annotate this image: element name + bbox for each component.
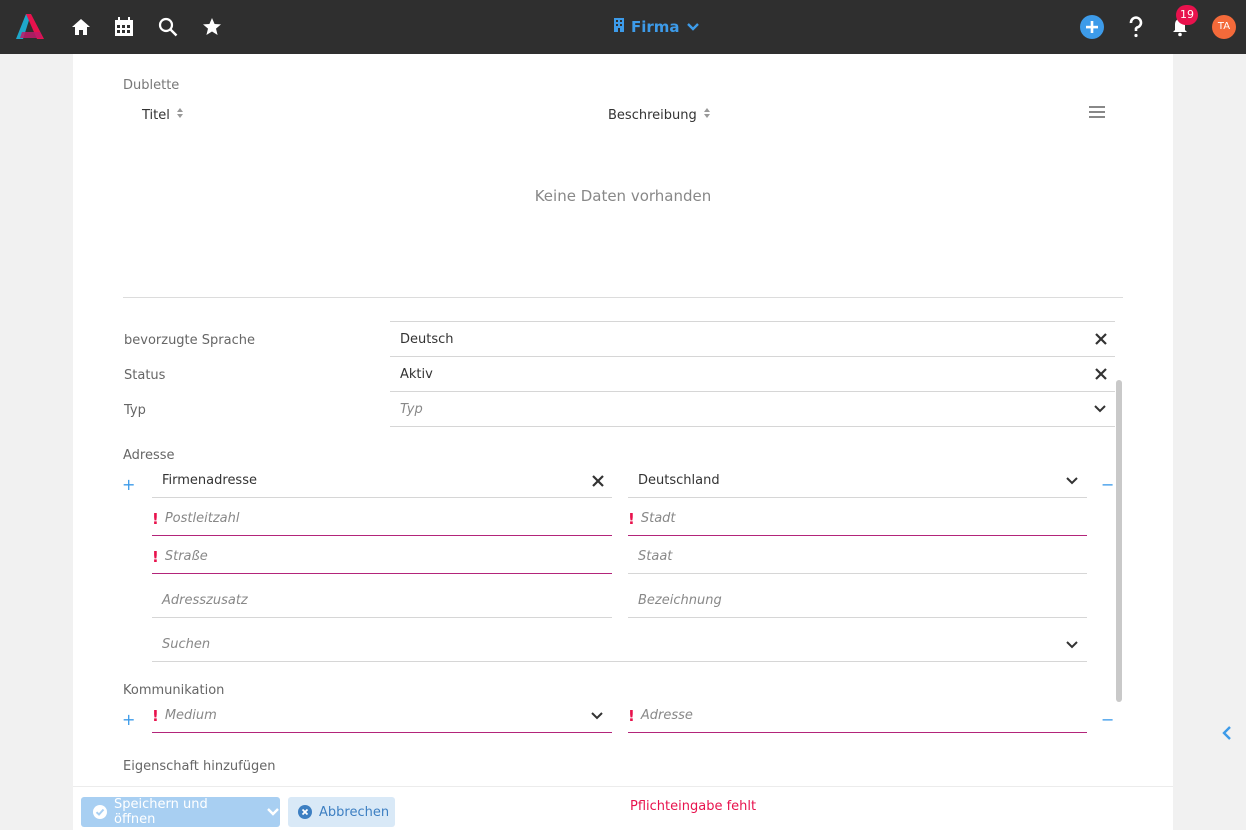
sprache-value: Deutsch bbox=[400, 331, 454, 347]
column-header-titel[interactable]: Titel bbox=[142, 107, 184, 123]
required-marker: ! bbox=[628, 509, 635, 528]
chevron-left-icon[interactable] bbox=[1222, 725, 1232, 745]
stadt-placeholder: Stadt bbox=[640, 511, 676, 526]
country-select[interactable]: Deutschland bbox=[628, 464, 1087, 498]
save-and-open-button[interactable]: Speichern und öffnen bbox=[81, 797, 280, 827]
required-marker: ! bbox=[628, 706, 635, 725]
country-value: Deutschland bbox=[638, 473, 720, 488]
cancel-circle-icon bbox=[298, 805, 312, 819]
form-footer: Speichern und öffnen Abbrechen Pflichtei… bbox=[73, 786, 1173, 830]
context-label: Firma bbox=[631, 18, 680, 36]
dublette-section-label: Dublette bbox=[123, 78, 180, 93]
help-icon[interactable] bbox=[1123, 14, 1149, 40]
kommunikation-adresse-input[interactable]: ! Adresse bbox=[628, 699, 1087, 733]
chevron-down-icon bbox=[686, 18, 700, 36]
bezeichnung-placeholder: Bezeichnung bbox=[638, 593, 722, 608]
chevron-down-icon[interactable] bbox=[1093, 404, 1107, 414]
medium-placeholder: Medium bbox=[164, 708, 217, 723]
chevron-down-icon[interactable] bbox=[590, 711, 604, 721]
check-circle-icon bbox=[93, 805, 107, 819]
star-icon[interactable] bbox=[199, 14, 225, 40]
typ-placeholder: Typ bbox=[400, 401, 423, 417]
home-icon[interactable] bbox=[68, 14, 94, 40]
strasse-input[interactable]: ! Straße bbox=[152, 540, 612, 574]
avatar[interactable]: TA bbox=[1212, 15, 1236, 39]
status-field[interactable]: Aktiv bbox=[390, 357, 1115, 392]
plus-circle-icon[interactable] bbox=[1079, 14, 1105, 40]
status-label: Status bbox=[124, 368, 166, 383]
typ-select[interactable]: Typ bbox=[390, 392, 1115, 427]
table-menu-icon[interactable] bbox=[1089, 105, 1105, 123]
postleitzahl-input[interactable]: ! Postleitzahl bbox=[152, 502, 612, 536]
add-address-button[interactable]: + bbox=[122, 475, 135, 494]
form-sheet: Dublette Titel Beschreibung Keine Daten … bbox=[73, 54, 1173, 786]
adresse-section-label: Adresse bbox=[123, 448, 175, 463]
clear-icon[interactable] bbox=[1095, 368, 1107, 380]
top-bar: Firma 19 TA bbox=[0, 0, 1246, 54]
sprache-field[interactable]: Deutsch bbox=[390, 321, 1115, 357]
adresszusatz-placeholder: Adresszusatz bbox=[162, 593, 248, 608]
suchen-placeholder: Suchen bbox=[162, 637, 211, 652]
kommunikation-adresse-placeholder: Adresse bbox=[640, 708, 693, 723]
postleitzahl-placeholder: Postleitzahl bbox=[164, 511, 240, 526]
building-icon bbox=[613, 17, 625, 37]
column-header-label: Beschreibung bbox=[608, 107, 697, 123]
eigenschaft-section-label[interactable]: Eigenschaft hinzufügen bbox=[123, 759, 275, 774]
remove-address-button[interactable]: − bbox=[1101, 475, 1114, 494]
empty-table-message: Keine Daten vorhanden bbox=[534, 187, 712, 205]
remove-communication-button[interactable]: − bbox=[1101, 710, 1114, 729]
notification-badge: 19 bbox=[1176, 5, 1198, 25]
cancel-button[interactable]: Abbrechen bbox=[288, 797, 395, 827]
address-type-field[interactable]: Firmenadresse bbox=[152, 464, 612, 498]
required-marker: ! bbox=[152, 509, 159, 528]
scrollbar[interactable] bbox=[1116, 380, 1122, 702]
column-header-label: Titel bbox=[142, 107, 170, 123]
typ-label: Typ bbox=[124, 403, 146, 418]
column-header-beschreibung[interactable]: Beschreibung bbox=[608, 107, 711, 123]
context-switcher[interactable]: Firma bbox=[613, 17, 700, 37]
strasse-placeholder: Straße bbox=[164, 549, 208, 564]
status-value: Aktiv bbox=[400, 366, 433, 382]
address-search-select[interactable]: Suchen bbox=[152, 628, 1087, 662]
add-communication-button[interactable]: + bbox=[122, 710, 135, 729]
required-marker: ! bbox=[152, 547, 159, 566]
save-and-open-label: Speichern und öffnen bbox=[114, 797, 208, 827]
adresszusatz-input[interactable]: Adresszusatz bbox=[152, 584, 612, 618]
chevron-down-icon[interactable] bbox=[1065, 640, 1079, 650]
clear-icon[interactable] bbox=[1095, 333, 1107, 345]
staat-placeholder: Staat bbox=[638, 549, 673, 564]
sort-icon bbox=[176, 107, 184, 123]
divider bbox=[123, 297, 1123, 298]
sort-icon bbox=[703, 107, 711, 123]
sprache-label: bevorzugte Sprache bbox=[124, 333, 255, 348]
chevron-down-icon[interactable] bbox=[1065, 476, 1079, 486]
kommunikation-section-label: Kommunikation bbox=[123, 683, 225, 698]
bezeichnung-input[interactable]: Bezeichnung bbox=[628, 584, 1087, 618]
stadt-input[interactable]: ! Stadt bbox=[628, 502, 1087, 536]
logo-icon[interactable] bbox=[14, 12, 46, 44]
medium-select[interactable]: ! Medium bbox=[152, 699, 612, 733]
clear-icon[interactable] bbox=[592, 474, 604, 487]
required-marker: ! bbox=[152, 706, 159, 725]
chevron-down-icon[interactable] bbox=[266, 807, 280, 817]
validation-error-message: Pflichteingabe fehlt bbox=[630, 799, 757, 814]
address-type-value: Firmenadresse bbox=[162, 473, 257, 488]
search-icon[interactable] bbox=[155, 14, 181, 40]
staat-input[interactable]: Staat bbox=[628, 540, 1087, 574]
calendar-icon[interactable] bbox=[111, 14, 137, 40]
cancel-label: Abbrechen bbox=[319, 804, 390, 820]
